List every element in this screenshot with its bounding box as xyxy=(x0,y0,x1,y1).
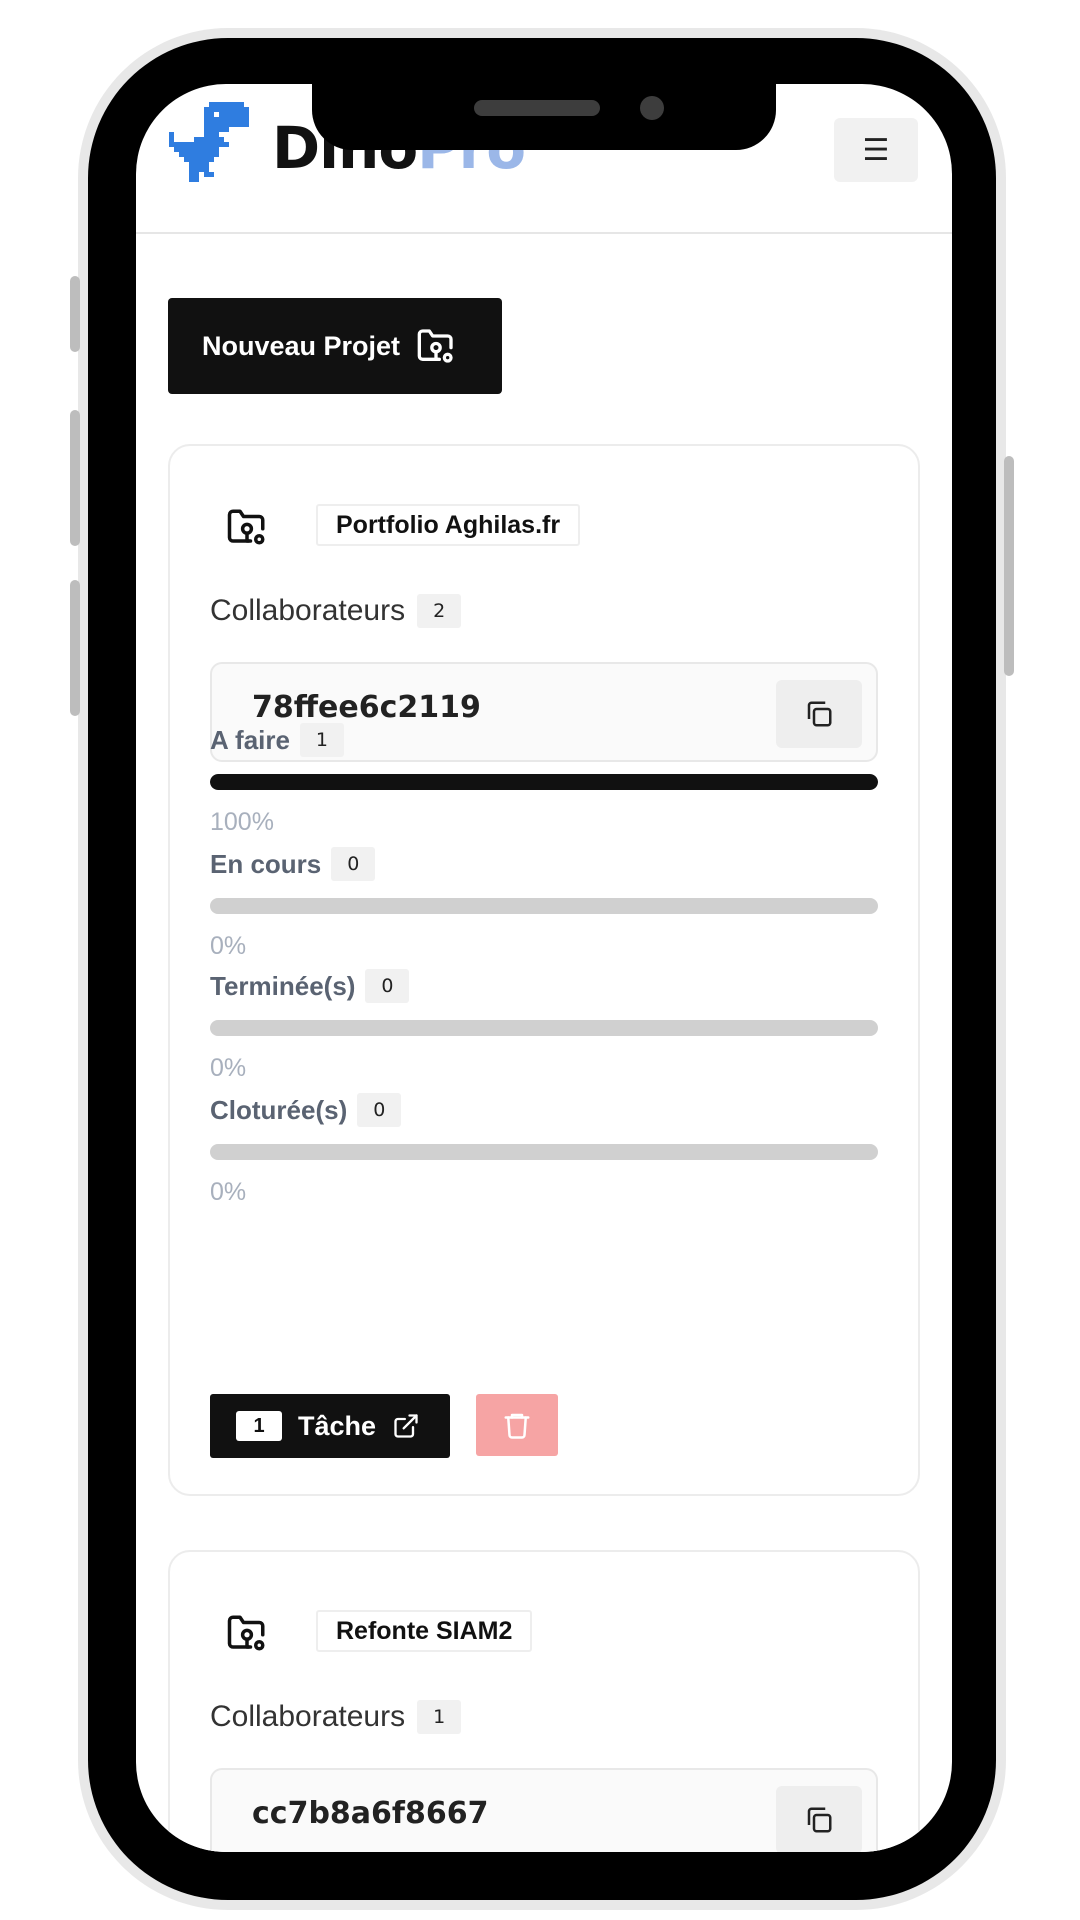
collaborators-row: Collaborateurs 1 xyxy=(210,1700,462,1734)
phone-notch xyxy=(312,84,776,150)
mute-switch xyxy=(70,276,80,352)
project-name[interactable]: Portfolio Aghilas.fr xyxy=(316,504,581,546)
status-label: Terminée(s) xyxy=(210,970,356,1001)
power-button xyxy=(1004,456,1014,676)
progress-fill xyxy=(210,774,878,790)
hamburger-icon: ☰ xyxy=(862,132,890,168)
volume-down-button xyxy=(70,580,80,716)
progress-percent: 0% xyxy=(210,1054,247,1082)
progress-bar xyxy=(210,774,878,790)
collaborators-row: Collaborateurs 2 xyxy=(210,594,462,628)
progress-percent: 0% xyxy=(210,932,247,960)
progress-percent: 100% xyxy=(210,808,274,836)
front-camera xyxy=(640,96,664,120)
new-project-button[interactable]: Nouveau Projet xyxy=(168,298,502,394)
collaborators-count-badge: 1 xyxy=(417,1700,462,1734)
progress-percent: 0% xyxy=(210,1178,247,1206)
new-project-label: Nouveau Projet xyxy=(202,330,401,361)
project-card: Portfolio Aghilas.fr Collaborateurs 2 78… xyxy=(168,444,920,1496)
hamburger-menu-button[interactable]: ☰ xyxy=(834,118,918,182)
collaborators-count-badge: 2 xyxy=(417,594,462,628)
folder-key-icon xyxy=(227,509,265,545)
copy-code-button[interactable] xyxy=(776,1786,862,1852)
status-count-badge: 0 xyxy=(357,1093,402,1127)
folder-key-icon xyxy=(417,329,453,363)
project-name[interactable]: Refonte SIAM2 xyxy=(316,1610,533,1652)
project-card: Refonte SIAM2 Collaborateurs 1 cc7b8a6f8… xyxy=(168,1550,920,1852)
invite-code-box: cc7b8a6f8667 xyxy=(210,1768,878,1852)
status-todo: A faire 1 100% xyxy=(210,722,878,836)
status-count-badge: 0 xyxy=(331,847,376,881)
volume-up-button xyxy=(70,410,80,546)
collaborators-label: Collaborateurs xyxy=(210,594,406,627)
status-label: En cours xyxy=(210,848,322,879)
progress-bar xyxy=(210,1144,878,1160)
status-in-progress: En cours 0 0% xyxy=(210,846,878,960)
dino-logo-icon[interactable] xyxy=(169,102,249,182)
external-link-icon xyxy=(394,1414,418,1438)
delete-project-button[interactable] xyxy=(476,1394,558,1456)
open-tasks-button[interactable]: 1 Tâche xyxy=(210,1394,450,1458)
status-count-badge: 0 xyxy=(365,969,410,1003)
progress-bar xyxy=(210,1020,878,1036)
invite-code: cc7b8a6f8667 xyxy=(252,1796,489,1831)
progress-bar xyxy=(210,898,878,914)
status-done: Terminée(s) 0 0% xyxy=(210,968,878,1082)
trash-icon xyxy=(504,1413,530,1439)
copy-icon xyxy=(807,1807,832,1833)
app-screen: DinoPro ☰ Nouveau Projet Portfolio Aghil… xyxy=(136,84,952,1852)
collaborators-label: Collaborateurs xyxy=(210,1700,406,1733)
status-count-badge: 1 xyxy=(299,723,344,757)
task-label: Tâche xyxy=(298,1410,377,1441)
status-label: Cloturée(s) xyxy=(210,1094,348,1125)
task-count-badge: 1 xyxy=(236,1411,282,1441)
invite-code: 78ffee6c2119 xyxy=(252,690,481,725)
folder-key-icon xyxy=(227,1615,265,1651)
status-label: A faire xyxy=(210,724,290,755)
status-closed: Cloturée(s) 0 0% xyxy=(210,1092,878,1206)
speaker-grille xyxy=(474,100,600,116)
